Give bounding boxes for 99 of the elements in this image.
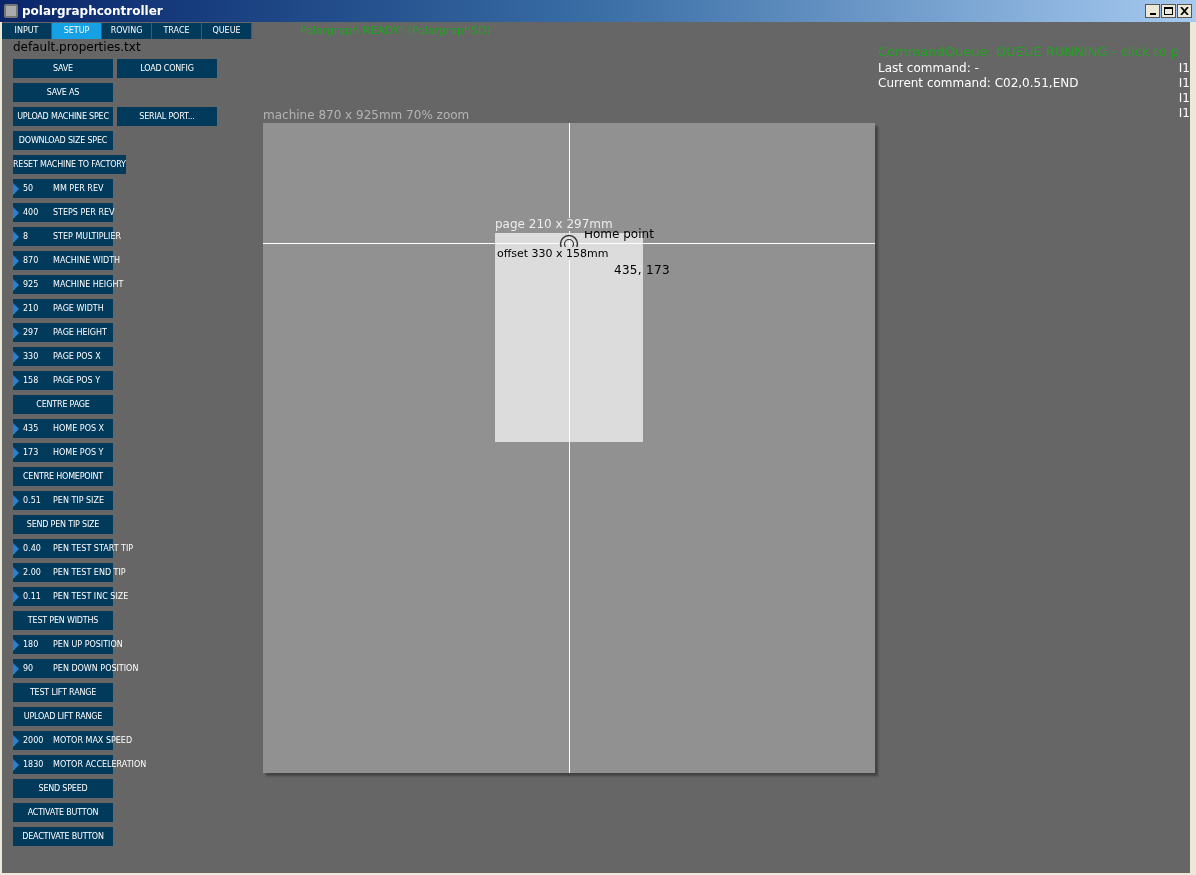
tab[interactable]: INPUT	[2, 23, 52, 39]
triangle-icon	[13, 374, 19, 387]
triangle-icon	[13, 566, 19, 579]
tab[interactable]: TRACE	[152, 23, 202, 39]
control-button[interactable]: LOAD CONFIG	[117, 59, 217, 78]
control-button[interactable]: CENTRE PAGE	[13, 395, 113, 414]
triangle-icon	[13, 326, 19, 339]
field-label: HOME POS Y	[53, 447, 104, 458]
control-button[interactable]: SAVE	[13, 59, 113, 78]
field-label: MM PER REV	[53, 183, 104, 194]
control-button[interactable]: UPLOAD MACHINE SPEC	[13, 107, 113, 126]
properties-filename: default.properties.txt	[13, 39, 141, 55]
field-value: 870	[23, 254, 40, 267]
field-label: PEN TEST END TIP	[53, 567, 126, 578]
minimize-button[interactable]	[1145, 4, 1160, 18]
field-label: PEN UP POSITION	[53, 639, 123, 650]
field-value: 330	[23, 350, 40, 363]
field-value: 1830	[23, 758, 45, 771]
control-button[interactable]: CENTRE HOMEPOINT	[13, 467, 113, 486]
triangle-icon	[13, 254, 19, 267]
control-button[interactable]: SERIAL PORT...	[117, 107, 217, 126]
number-field[interactable]: 158 PAGE POS Y	[13, 371, 113, 390]
side-column-text: I1	[1178, 61, 1190, 76]
window-title: polargraphcontroller	[22, 3, 163, 20]
last-command: Last command: -	[878, 61, 979, 76]
control-button[interactable]: SEND SPEED	[13, 779, 113, 798]
home-point-coords: 435, 173	[614, 263, 670, 277]
side-column-text: I1	[1178, 106, 1190, 121]
control-button[interactable]: RESET MACHINE TO FACTORY	[13, 155, 126, 174]
control-button[interactable]: DOWNLOAD SIZE SPEC	[13, 131, 113, 150]
field-label: MACHINE WIDTH	[53, 255, 121, 266]
side-column-text: I1	[1178, 91, 1190, 106]
field-label: PEN TIP SIZE	[53, 495, 104, 506]
field-value: 158	[23, 374, 40, 387]
field-label: PAGE HEIGHT	[53, 327, 107, 338]
triangle-icon	[13, 734, 19, 747]
field-label: PAGE POS X	[53, 351, 101, 362]
number-field[interactable]: 435 HOME POS X	[13, 419, 113, 438]
triangle-icon	[13, 542, 19, 555]
field-value: 400	[23, 206, 40, 219]
control-button[interactable]: TEST PEN WIDTHS	[13, 611, 113, 630]
field-value: 210	[23, 302, 40, 315]
field-value: 0.11	[23, 590, 42, 603]
field-label: PAGE POS Y	[53, 375, 101, 386]
field-value: 180	[23, 638, 40, 651]
field-label: STEP MULTIPLIER	[53, 231, 121, 242]
field-value: 0.51	[23, 494, 42, 507]
tab[interactable]: ROVING	[102, 23, 152, 39]
triangle-icon	[13, 758, 19, 771]
control-button[interactable]: DEACTIVATE BUTTON	[13, 827, 113, 846]
number-field[interactable]: 173 HOME POS Y	[13, 443, 113, 462]
tab[interactable]: QUEUE	[202, 23, 252, 39]
triangle-icon	[13, 230, 19, 243]
maximize-button[interactable]	[1161, 4, 1176, 18]
field-value: 8	[23, 230, 30, 243]
number-field[interactable]: 210 PAGE WIDTH	[13, 299, 113, 318]
field-value: 173	[23, 446, 40, 459]
field-value: 50	[23, 182, 35, 195]
field-label: STEPS PER REV	[53, 207, 115, 218]
triangle-icon	[13, 662, 19, 675]
field-label: HOME POS X	[53, 423, 105, 434]
offset-label: offset 330 x 158mm	[497, 247, 609, 260]
control-button[interactable]: UPLOAD LIFT RANGE	[13, 707, 113, 726]
field-value: 2.00	[23, 566, 42, 579]
field-value: 297	[23, 326, 40, 339]
number-field[interactable]: 0.51 PEN TIP SIZE	[13, 491, 113, 510]
current-command: Current command: C02,0.51,END	[878, 76, 1079, 91]
field-value: 2000	[23, 734, 45, 747]
triangle-icon	[13, 446, 19, 459]
triangle-icon	[13, 302, 19, 315]
status-text: Polargraph READY! (PolargraphSD)	[300, 22, 491, 39]
control-button[interactable]: SAVE AS	[13, 83, 113, 102]
control-button[interactable]: SEND PEN TIP SIZE	[13, 515, 113, 534]
number-field[interactable]: 297 PAGE HEIGHT	[13, 323, 113, 342]
app-icon	[4, 4, 18, 18]
triangle-icon	[13, 590, 19, 603]
field-label: PAGE WIDTH	[53, 303, 104, 314]
field-label: PEN TEST START TIP	[53, 543, 134, 554]
triangle-icon	[13, 494, 19, 507]
field-value: 435	[23, 422, 40, 435]
triangle-icon	[13, 206, 19, 219]
side-column-text: I1	[1178, 76, 1190, 91]
triangle-icon	[13, 350, 19, 363]
field-value: 90	[23, 662, 35, 675]
number-field[interactable]: 330 PAGE POS X	[13, 347, 113, 366]
page-label: page 210 x 297mm	[495, 218, 613, 231]
control-button[interactable]: TEST LIFT RANGE	[13, 683, 113, 702]
triangle-icon	[13, 638, 19, 651]
close-button[interactable]	[1177, 4, 1192, 18]
number-field[interactable]: 50 MM PER REV	[13, 179, 113, 198]
triangle-icon	[13, 422, 19, 435]
machine-label: machine 870 x 925mm 70% zoom	[263, 108, 470, 122]
field-value: 0.40	[23, 542, 42, 555]
field-value: 925	[23, 278, 40, 291]
triangle-icon	[13, 182, 19, 195]
number-field[interactable]: 400 STEPS PER REV	[13, 203, 115, 222]
field-label: MACHINE HEIGHT	[53, 279, 124, 290]
control-button[interactable]: ACTIVATE BUTTON	[13, 803, 113, 822]
triangle-icon	[13, 278, 19, 291]
